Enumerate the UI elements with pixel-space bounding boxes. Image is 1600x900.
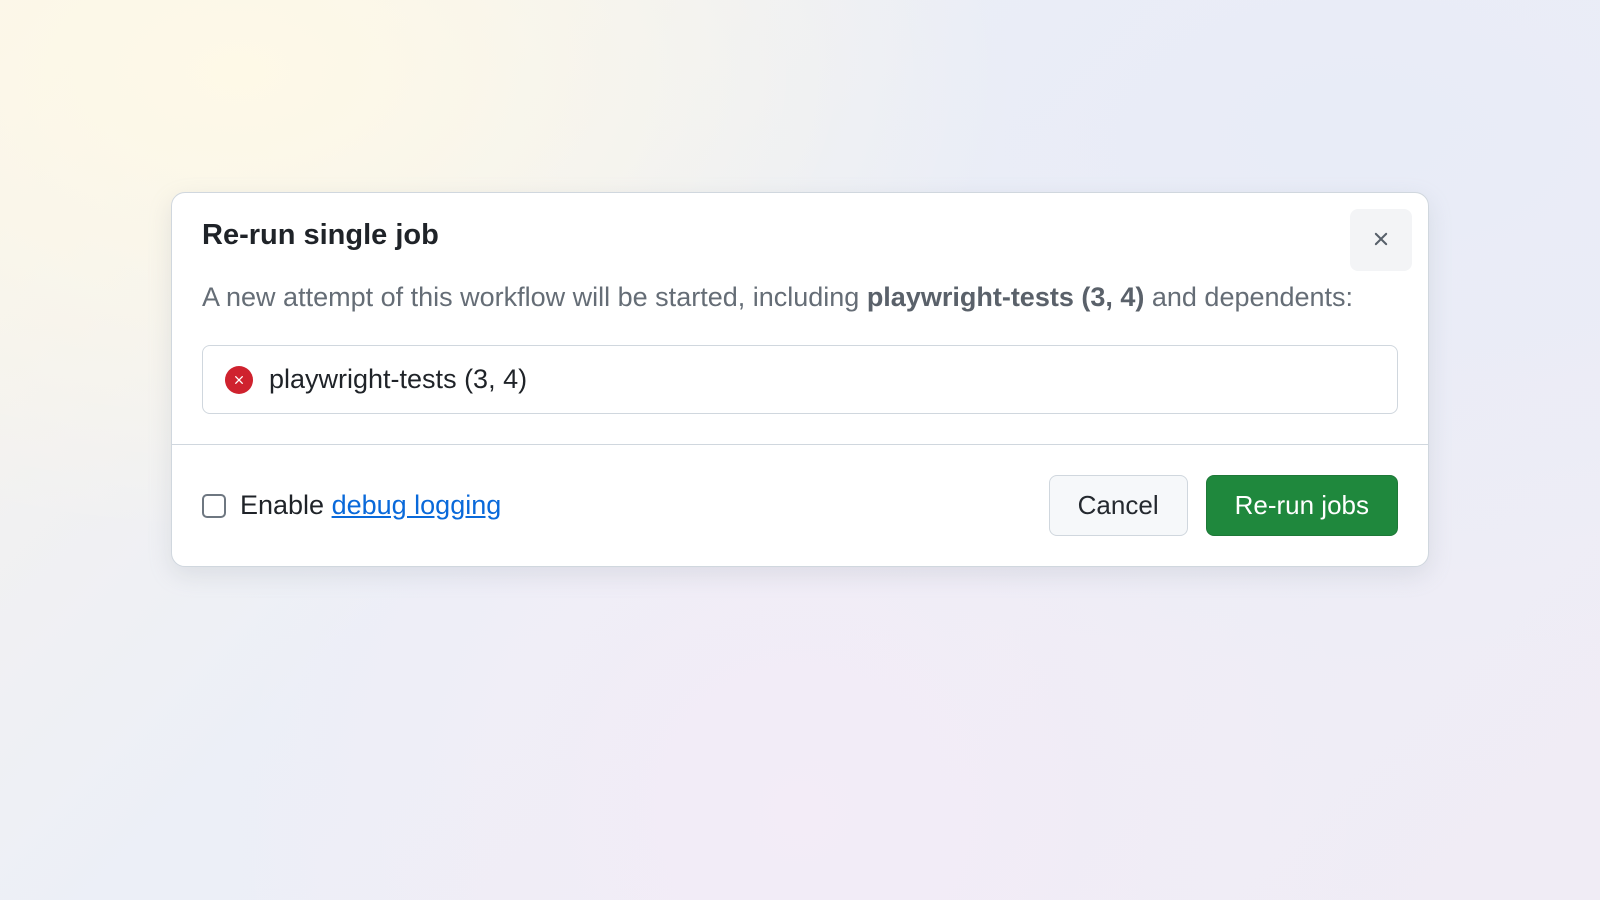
debug-logging-link[interactable]: debug logging [332, 490, 502, 520]
dialog-footer: Enable debug logging Cancel Re-run jobs [172, 444, 1428, 566]
debug-logging-checkbox[interactable] [202, 494, 226, 518]
dialog-title: Re-run single job [202, 217, 1398, 255]
rerun-job-dialog: Re-run single job A new attempt of this … [171, 192, 1429, 567]
failed-status-icon [225, 366, 253, 394]
description-prefix: A new attempt of this workflow will be s… [202, 282, 867, 312]
dialog-body: Re-run single job A new attempt of this … [172, 193, 1428, 444]
dialog-description: A new attempt of this workflow will be s… [202, 277, 1398, 318]
close-button[interactable] [1350, 209, 1412, 271]
job-list-item: playwright-tests (3, 4) [202, 345, 1398, 414]
close-icon [1370, 228, 1392, 253]
debug-logging-option[interactable]: Enable debug logging [202, 490, 501, 521]
checkbox-label-prefix: Enable [240, 490, 332, 520]
dialog-actions: Cancel Re-run jobs [1049, 475, 1398, 536]
description-job-name: playwright-tests (3, 4) [867, 282, 1145, 312]
checkbox-label: Enable debug logging [240, 490, 501, 521]
description-suffix: and dependents: [1144, 282, 1353, 312]
cancel-button[interactable]: Cancel [1049, 475, 1188, 536]
rerun-jobs-button[interactable]: Re-run jobs [1206, 475, 1398, 536]
job-name: playwright-tests (3, 4) [269, 364, 527, 395]
